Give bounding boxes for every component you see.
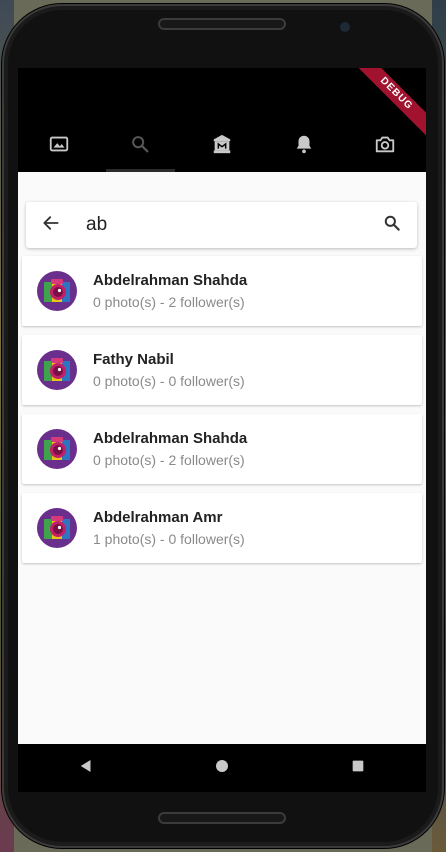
result-meta: 0 photo(s) - 2 follower(s) bbox=[93, 294, 245, 310]
app-screen: DEBUG Abdelrahman Shahda0 photo(s) - 2 f… bbox=[18, 68, 426, 744]
result-name: Abdelrahman Shahda bbox=[93, 430, 248, 447]
camera-icon bbox=[374, 133, 396, 160]
front-camera bbox=[340, 22, 350, 32]
result-item[interactable]: Abdelrahman Amr 1 photo(s) - 0 follower(s… bbox=[22, 493, 422, 563]
bottom-speaker bbox=[158, 812, 286, 824]
tab-camera[interactable] bbox=[344, 120, 426, 172]
search-icon bbox=[382, 213, 402, 238]
result-name: Abdelrahman Shahda bbox=[93, 272, 248, 289]
nav-recents-button[interactable] bbox=[328, 748, 388, 788]
result-text: Fathy Nabil 0 photo(s) - 0 follower(s) bbox=[93, 351, 245, 389]
search-results-list: Abdelrahman Shahda 0 photo(s) - 2 followe… bbox=[22, 256, 422, 572]
tab-museum[interactable] bbox=[181, 120, 263, 172]
result-item[interactable]: Fathy Nabil 0 photo(s) - 0 follower(s) bbox=[22, 335, 422, 405]
square-recents-icon bbox=[350, 758, 366, 779]
result-meta: 1 photo(s) - 0 follower(s) bbox=[93, 531, 245, 547]
avatar bbox=[37, 429, 77, 469]
triangle-back-icon bbox=[77, 757, 95, 780]
bell-icon bbox=[293, 133, 315, 160]
result-meta: 0 photo(s) - 0 follower(s) bbox=[93, 373, 245, 389]
result-item[interactable]: Abdelrahman Shahda 0 photo(s) - 2 followe… bbox=[22, 414, 422, 484]
arrow-back-icon bbox=[41, 213, 61, 238]
top-tab-bar bbox=[18, 120, 426, 172]
search-input[interactable] bbox=[76, 202, 367, 248]
nav-back-button[interactable] bbox=[56, 748, 116, 788]
status-bar bbox=[18, 68, 426, 120]
search-back-button[interactable] bbox=[26, 202, 76, 248]
nav-home-button[interactable] bbox=[192, 748, 252, 788]
earpiece-speaker bbox=[158, 18, 286, 30]
museum-icon bbox=[211, 133, 233, 160]
search-bar bbox=[26, 202, 417, 248]
result-text: Abdelrahman Shahda 0 photo(s) - 2 followe… bbox=[93, 272, 247, 310]
search-submit-button[interactable] bbox=[367, 202, 417, 248]
tab-notifications[interactable] bbox=[263, 120, 345, 172]
result-text: Abdelrahman Amr 1 photo(s) - 0 follower(s… bbox=[93, 509, 245, 547]
circle-home-icon bbox=[214, 758, 230, 779]
result-meta: 0 photo(s) - 2 follower(s) bbox=[93, 452, 245, 468]
result-name: Fathy Nabil bbox=[93, 351, 174, 368]
android-nav-bar bbox=[18, 744, 426, 792]
avatar bbox=[37, 350, 77, 390]
result-text: Abdelrahman Shahda 0 photo(s) - 2 followe… bbox=[93, 430, 247, 468]
avatar bbox=[37, 508, 77, 548]
avatar bbox=[37, 271, 77, 311]
result-item[interactable]: Abdelrahman Shahda 0 photo(s) - 2 followe… bbox=[22, 256, 422, 326]
tab-search[interactable] bbox=[100, 120, 182, 172]
result-name: Abdelrahman Amr bbox=[93, 509, 223, 526]
image-icon bbox=[48, 133, 70, 160]
tab-gallery[interactable] bbox=[18, 120, 100, 172]
search-icon bbox=[129, 133, 151, 160]
